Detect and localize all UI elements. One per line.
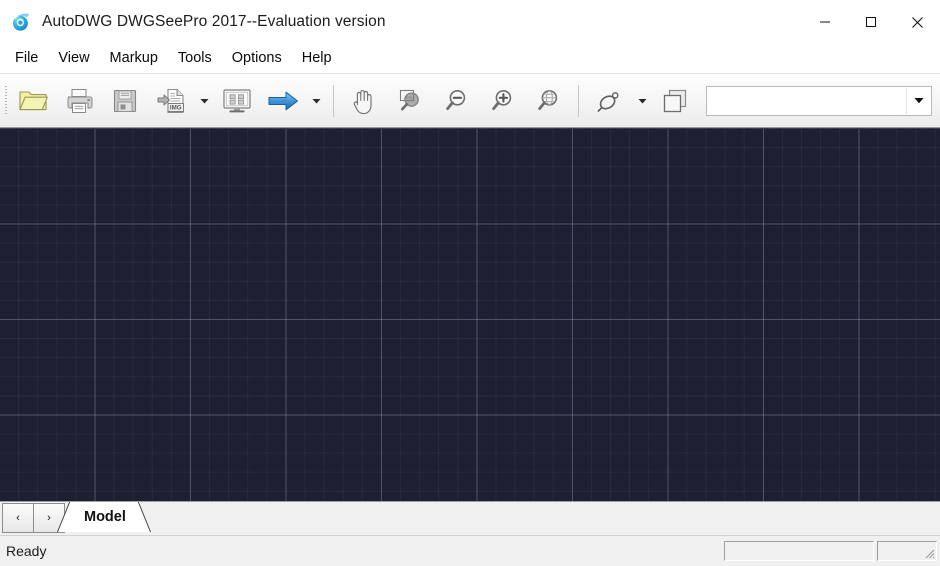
layers-stack-icon xyxy=(660,87,690,115)
open-folder-icon xyxy=(18,87,48,115)
minimize-icon xyxy=(820,21,830,23)
menu-item-tools[interactable]: Tools xyxy=(168,46,222,71)
menu-item-help[interactable]: Help xyxy=(292,46,342,71)
window-controls xyxy=(802,0,940,44)
pan-button[interactable] xyxy=(341,78,387,124)
toolbar-drag-handle[interactable] xyxy=(2,81,10,121)
chevron-down-icon xyxy=(200,98,208,103)
layout-tab-bar: ‹ › Model xyxy=(0,501,940,535)
canvas-minor-grid xyxy=(0,129,940,501)
monitor-thumbnails-icon xyxy=(221,87,253,115)
zoom-extents-button[interactable] xyxy=(525,78,571,124)
chevron-down-icon xyxy=(312,98,320,103)
menu-item-file[interactable]: File xyxy=(5,46,48,71)
print-button[interactable] xyxy=(56,78,102,124)
next-drawing-dropdown[interactable] xyxy=(306,79,326,123)
printer-icon xyxy=(64,87,94,115)
application-window: AutoDWG DWGSeePro 2017--Evaluation versi… xyxy=(0,0,940,566)
close-icon xyxy=(911,16,923,28)
svg-text:IMG: IMG xyxy=(170,104,182,111)
measure-button[interactable] xyxy=(586,78,632,124)
measure-dropdown[interactable] xyxy=(632,79,652,123)
layer-combo-box[interactable] xyxy=(706,85,932,116)
tab-nav-buttons: ‹ › xyxy=(2,503,65,533)
toolbar-separator-1 xyxy=(333,84,334,117)
drawing-canvas[interactable] xyxy=(0,128,940,501)
maximize-icon xyxy=(866,17,876,27)
batch-view-button[interactable] xyxy=(214,78,260,124)
status-pane-secondary xyxy=(877,541,937,561)
main-toolbar: IMG xyxy=(0,74,940,128)
chevron-down-icon xyxy=(914,98,924,104)
export-image-button[interactable]: IMG xyxy=(148,78,194,124)
blue-arrow-right-icon xyxy=(267,88,299,114)
toolbar-separator-2 xyxy=(578,84,579,117)
menu-item-view[interactable]: View xyxy=(48,46,99,71)
magnifier-plus-icon xyxy=(487,86,517,116)
minimize-button[interactable] xyxy=(802,0,848,44)
tab-prev-button[interactable]: ‹ xyxy=(2,503,34,533)
menu-item-options[interactable]: Options xyxy=(222,46,292,71)
zoom-window-icon xyxy=(395,86,425,116)
save-button[interactable] xyxy=(102,78,148,124)
dwgsee-logo-icon xyxy=(10,11,32,33)
zoom-window-button[interactable] xyxy=(387,78,433,124)
floppy-disk-icon xyxy=(111,87,139,115)
status-bar: Ready xyxy=(0,535,940,566)
status-message: Ready xyxy=(6,543,47,559)
canvas-major-grid xyxy=(0,129,940,501)
layers-button[interactable] xyxy=(652,78,698,124)
menu-bar: File View Markup Tools Options Help xyxy=(0,44,940,74)
tab-model[interactable]: Model xyxy=(68,502,140,532)
measure-distance-icon xyxy=(595,87,623,115)
export-image-dropdown[interactable] xyxy=(194,79,214,123)
hand-pan-icon xyxy=(349,86,379,116)
export-to-image-icon: IMG xyxy=(156,87,186,115)
close-button[interactable] xyxy=(894,0,940,44)
resize-grip-icon[interactable] xyxy=(921,545,935,559)
magnifier-minus-icon xyxy=(441,86,471,116)
tab-model-label: Model xyxy=(84,509,126,525)
maximize-button[interactable] xyxy=(848,0,894,44)
magnifier-globe-icon xyxy=(533,86,563,116)
zoom-out-button[interactable] xyxy=(433,78,479,124)
status-pane-coordinates xyxy=(724,541,874,561)
open-file-button[interactable] xyxy=(10,78,56,124)
chevron-down-icon xyxy=(638,98,646,103)
window-title: AutoDWG DWGSeePro 2017--Evaluation versi… xyxy=(42,13,386,30)
title-bar: AutoDWG DWGSeePro 2017--Evaluation versi… xyxy=(0,0,940,44)
zoom-in-button[interactable] xyxy=(479,78,525,124)
menu-item-markup[interactable]: Markup xyxy=(100,46,168,71)
tab-strip: Model xyxy=(68,502,940,534)
layer-combo-arrow-button[interactable] xyxy=(906,87,931,114)
next-drawing-button[interactable] xyxy=(260,78,306,124)
